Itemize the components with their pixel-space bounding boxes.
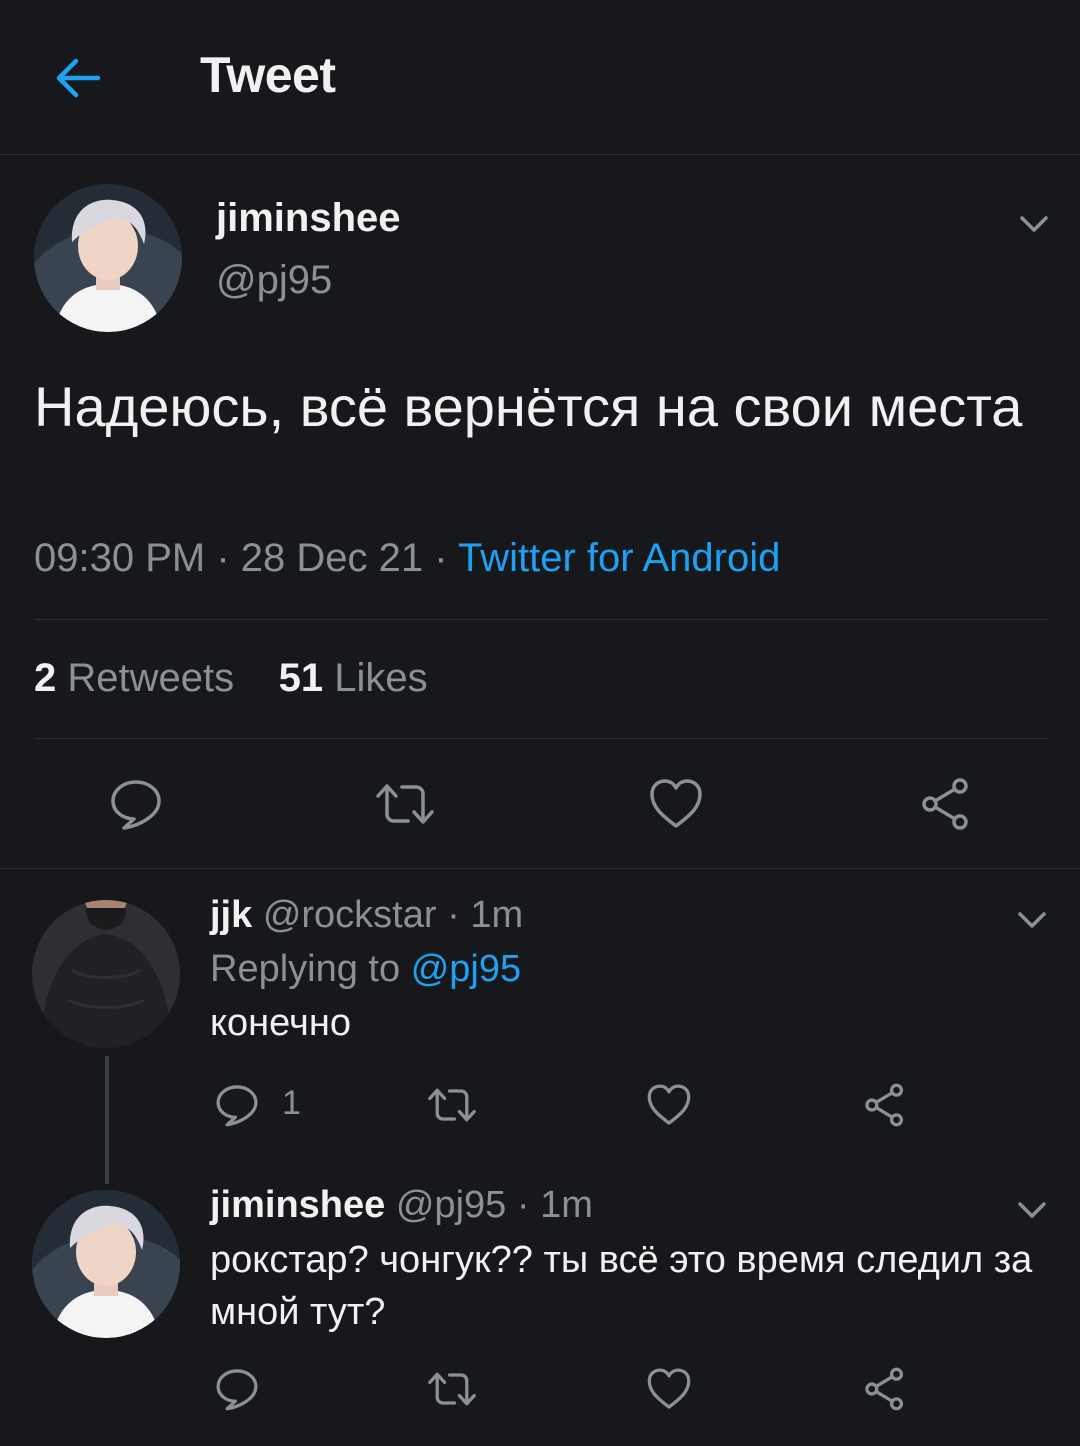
reply-time: 1m xyxy=(540,1184,593,1226)
reply-author-handle[interactable]: @pj95 xyxy=(396,1184,506,1226)
meta-separator: · xyxy=(434,536,448,580)
tweet-stats: 2 Retweets 51 Likes xyxy=(34,656,428,701)
tweet-time: 09:30 PM xyxy=(34,536,206,580)
reply-author-handle[interactable]: @rockstar xyxy=(263,894,437,936)
reply-icon[interactable] xyxy=(214,1082,260,1128)
retweet-icon[interactable] xyxy=(426,1366,478,1412)
reply-author-name[interactable]: jiminshee xyxy=(210,1184,385,1226)
reply-icon[interactable] xyxy=(108,776,164,832)
divider xyxy=(34,619,1048,620)
reply-header: jjk @rockstar · 1m xyxy=(210,894,523,937)
author-name[interactable]: jiminshee xyxy=(216,196,401,241)
replying-to-handle-link[interactable]: @pj95 xyxy=(411,948,521,990)
divider xyxy=(34,738,1048,739)
back-arrow-icon[interactable] xyxy=(52,52,104,104)
avatar[interactable] xyxy=(32,900,180,1048)
replying-to-label: Replying to xyxy=(210,948,401,990)
divider xyxy=(0,868,1080,869)
avatar[interactable] xyxy=(32,1190,180,1338)
reply-text: рокстар? чонгук?? ты всё это время следи… xyxy=(210,1239,1033,1333)
chevron-down-icon[interactable] xyxy=(1014,1192,1050,1228)
reply-author-name[interactable]: jjk xyxy=(210,894,252,936)
retweets-stat[interactable]: 2 Retweets xyxy=(34,656,234,700)
author-handle[interactable]: @pj95 xyxy=(216,258,332,303)
reply-text: конечно xyxy=(210,1002,351,1044)
reply-header: jiminshee @pj95 · 1m xyxy=(210,1184,593,1227)
avatar[interactable] xyxy=(34,184,182,332)
tweet-meta: 09:30 PM · 28 Dec 21 · Twitter for Andro… xyxy=(34,536,780,581)
thread-line xyxy=(105,1056,109,1184)
meta-separator: · xyxy=(516,1184,530,1226)
tweet-source-link[interactable]: Twitter for Android xyxy=(458,536,780,580)
reply-icon[interactable] xyxy=(214,1366,260,1412)
chevron-down-icon[interactable] xyxy=(1014,902,1050,938)
likes-stat[interactable]: 51 Likes xyxy=(279,656,428,700)
likes-count: 51 xyxy=(278,656,324,700)
reply-time: 1m xyxy=(470,894,524,936)
retweets-label: Retweets xyxy=(67,656,235,700)
tweet-date: 28 Dec 21 xyxy=(240,536,424,580)
meta-separator: · xyxy=(447,894,460,936)
retweet-icon[interactable] xyxy=(426,1082,478,1128)
share-icon[interactable] xyxy=(862,1366,908,1412)
retweets-count: 2 xyxy=(34,656,57,700)
page-title: Tweet xyxy=(200,47,336,103)
replying-to: Replying to @pj95 xyxy=(210,948,521,991)
like-icon[interactable] xyxy=(646,1366,692,1412)
top-bar: Tweet xyxy=(0,0,1080,155)
share-icon[interactable] xyxy=(918,776,974,832)
like-icon[interactable] xyxy=(648,776,704,832)
like-icon[interactable] xyxy=(646,1082,692,1128)
retweet-icon[interactable] xyxy=(374,776,436,832)
meta-separator: · xyxy=(216,536,230,580)
likes-label: Likes xyxy=(334,656,428,700)
share-icon[interactable] xyxy=(862,1082,908,1128)
chevron-down-icon[interactable] xyxy=(1016,206,1052,242)
tweet-text: Надеюсь, всё вернётся на свои места xyxy=(34,375,1023,438)
reply-count: 1 xyxy=(282,1084,301,1122)
